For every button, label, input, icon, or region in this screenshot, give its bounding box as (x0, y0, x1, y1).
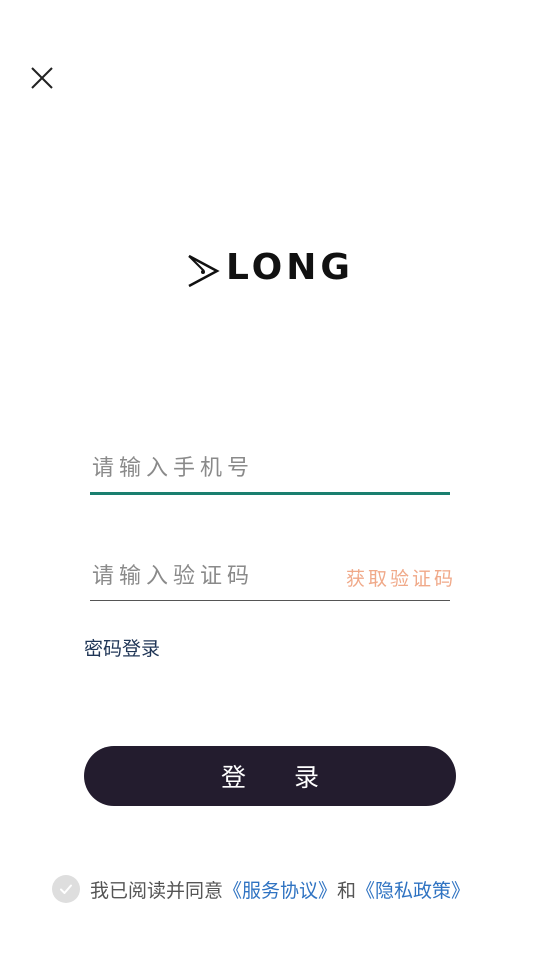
close-icon[interactable] (26, 62, 58, 94)
agreement-row: 我已阅读并同意 《服务协议》 和 《隐私政策》 (52, 874, 522, 904)
login-page: LONG 获取验证码 密码登录 登录 我已阅读并同意 《服务协议》 和 《隐私政… (0, 0, 540, 960)
agreement-prefix: 我已阅读并同意 (90, 879, 224, 902)
verification-code-input[interactable] (90, 556, 322, 596)
agreement-checkbox[interactable] (52, 875, 80, 903)
service-agreement-link[interactable]: 《服务协议》 (223, 876, 337, 903)
check-icon (60, 884, 72, 894)
phone-field (90, 448, 450, 495)
phone-input[interactable] (90, 448, 442, 488)
get-code-button[interactable]: 获取验证码 (346, 564, 456, 591)
close-button[interactable] (26, 62, 58, 94)
logo-text: LONG (226, 247, 354, 288)
login-button[interactable]: 登录 (84, 746, 456, 806)
privacy-policy-link[interactable]: 《隐私政策》 (356, 876, 470, 903)
password-login-link[interactable]: 密码登录 (84, 634, 160, 661)
brand-logo: LONG (186, 248, 356, 290)
triangle-eye-icon (188, 254, 220, 288)
agreement-and: 和 (337, 879, 357, 902)
verification-code-field: 获取验证码 (90, 556, 453, 601)
